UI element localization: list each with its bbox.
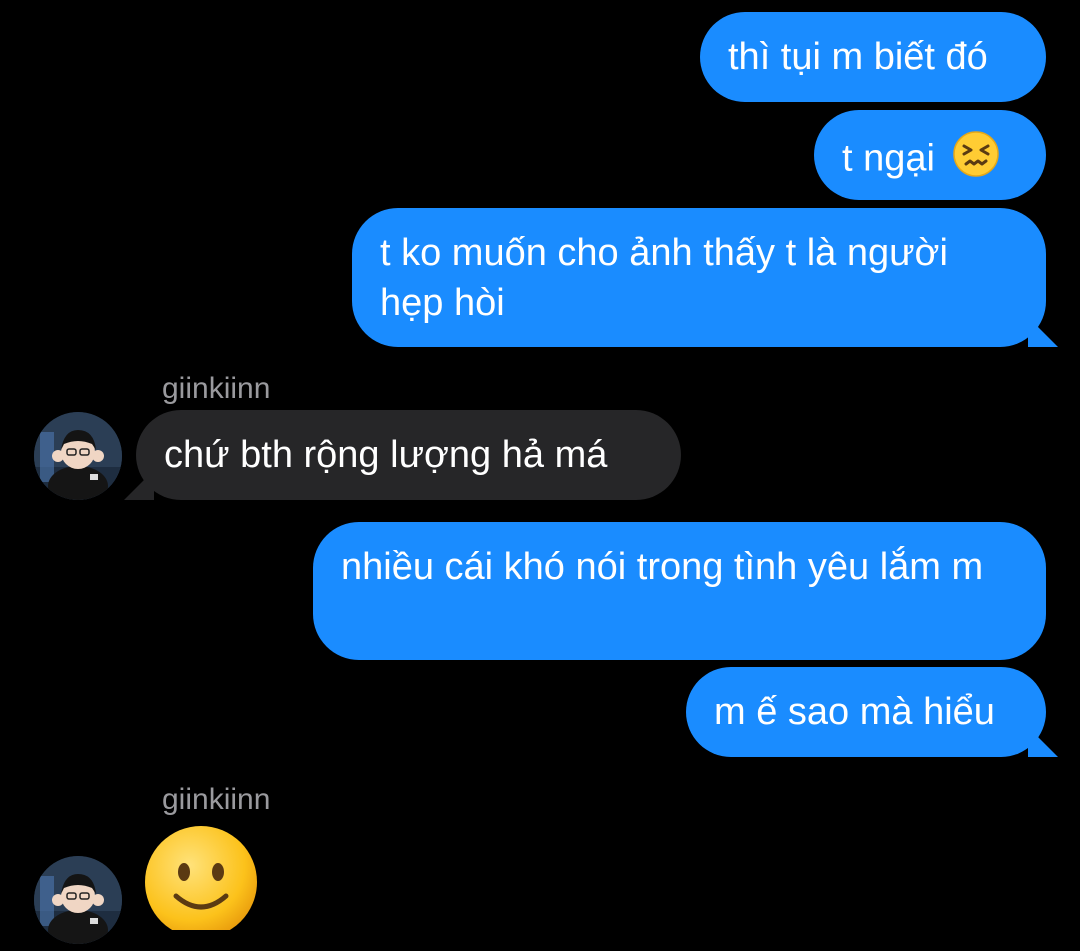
confounded-face-emoji-icon <box>952 130 1000 191</box>
message-text: t ko muốn cho ảnh thấy t là người hẹp hò… <box>380 232 948 324</box>
avatar[interactable] <box>34 856 122 944</box>
message-text: m ế sao mà hiểu <box>714 691 995 733</box>
sender-name: giinkiinn <box>162 783 271 816</box>
message-text: nhiều cái khó nói trong tình yêu lắm m <box>341 546 984 588</box>
sent-message-bubble[interactable]: nhiều cái khó nói trong tình yêu lắm m <box>313 522 1046 660</box>
slightly-smiling-face-emoji-icon[interactable] <box>142 826 260 938</box>
message-text: thì tụi m biết đó <box>728 36 988 78</box>
message-text: chứ bth rộng lượng hả má <box>164 434 608 476</box>
sender-name: giinkiinn <box>162 372 271 405</box>
sent-message-bubble[interactable]: thì tụi m biết đó <box>700 12 1046 102</box>
message-text: t ngại <box>842 137 935 180</box>
sent-message-bubble[interactable]: t ko muốn cho ảnh thấy t là người hẹp hò… <box>352 208 1046 347</box>
sent-message-bubble[interactable]: m ế sao mà hiểu <box>686 667 1046 757</box>
sent-message-bubble[interactable]: t ngại <box>814 110 1046 200</box>
received-message-bubble[interactable]: chứ bth rộng lượng hả má <box>136 410 681 500</box>
avatar[interactable] <box>34 412 122 500</box>
